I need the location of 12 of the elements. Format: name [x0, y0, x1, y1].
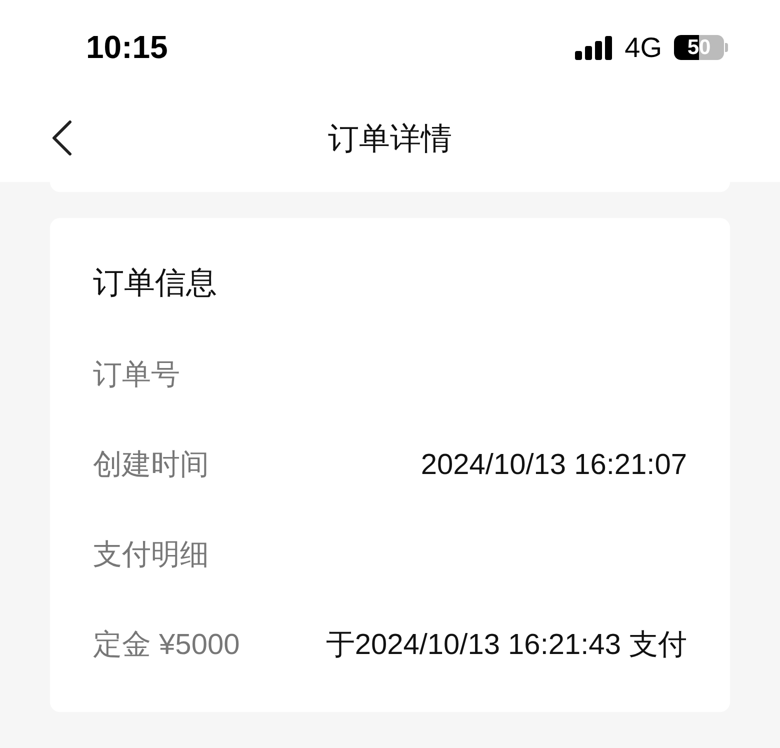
status-time: 10:15: [86, 29, 168, 66]
page-title: 订单详情: [328, 120, 452, 158]
field-value: 2024/10/13 16:21:07: [420, 448, 687, 482]
section-title: 订单信息: [93, 264, 218, 302]
network-label: 4G: [624, 32, 662, 64]
signal-icon: [574, 36, 613, 60]
back-button[interactable]: [50, 119, 74, 157]
field-label: 定金 ¥5000: [93, 628, 240, 663]
field-label: 支付明细: [93, 538, 209, 573]
field-value: 于2024/10/13 16:21:43 支付: [326, 628, 687, 663]
field-label: 订单号: [93, 358, 180, 393]
field-label: 创建时间: [93, 448, 209, 483]
